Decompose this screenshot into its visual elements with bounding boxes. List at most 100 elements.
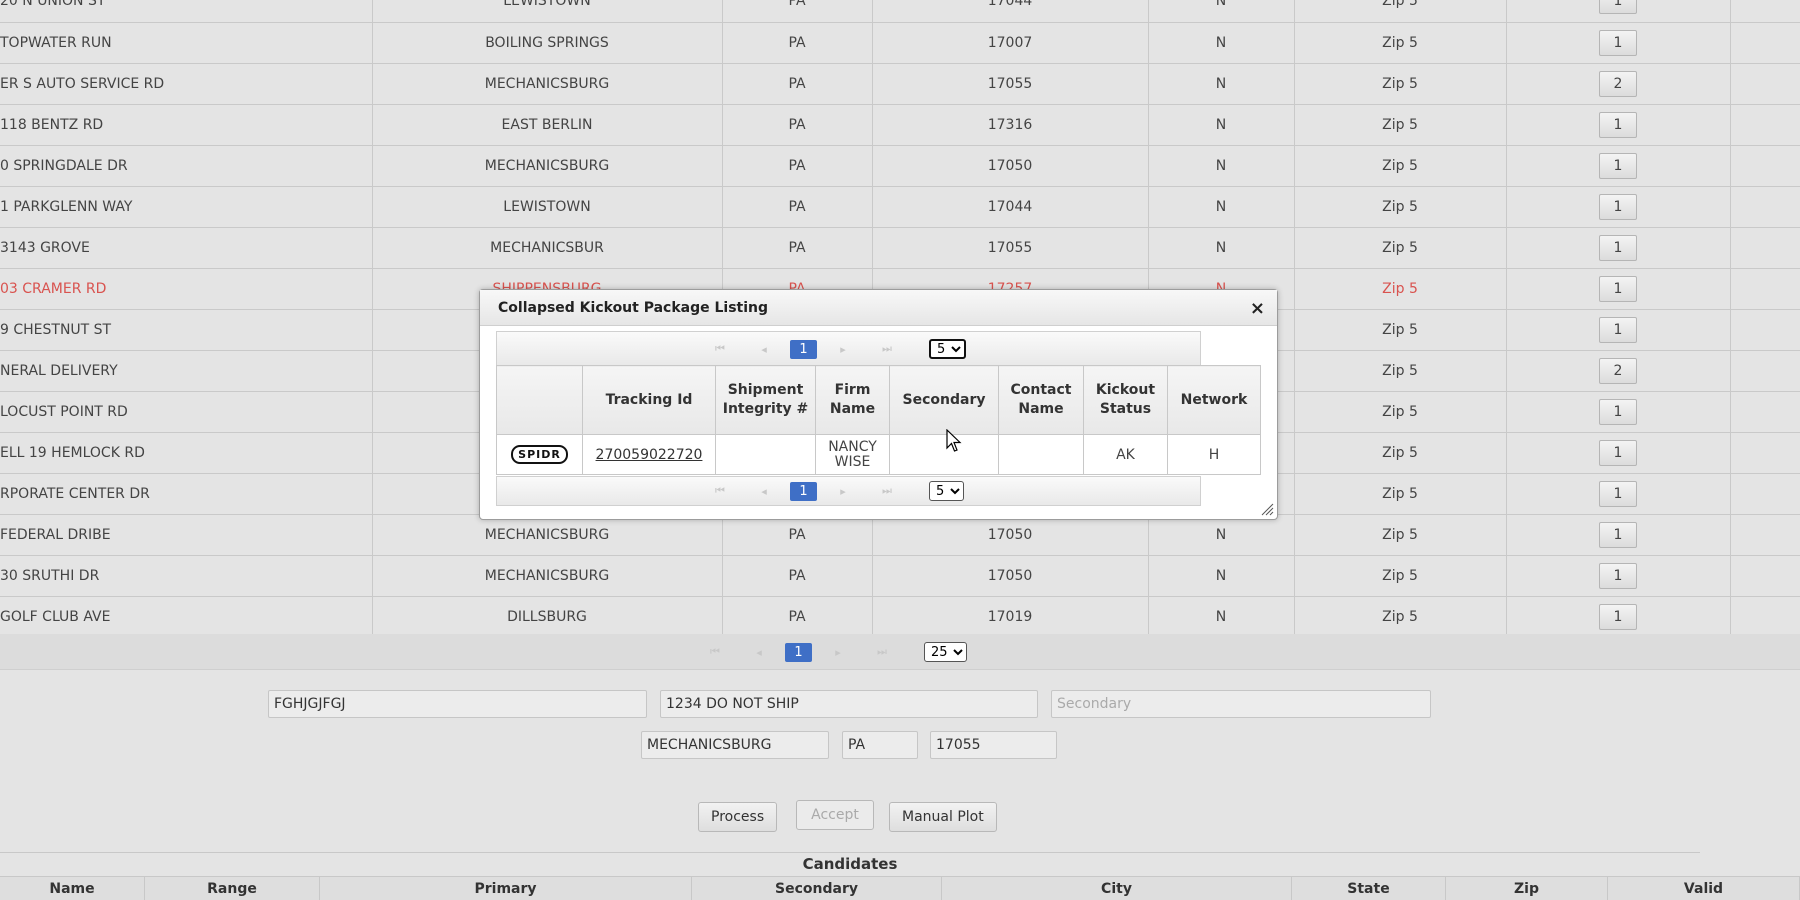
match-cell: Zip 5 [1294,596,1507,638]
address-cell: TOPWATER RUN [0,22,373,64]
extra-cell [1730,104,1800,146]
package-count-button[interactable]: 1 [1599,316,1637,343]
header-tracking-id[interactable]: Tracking Id [582,365,716,435]
candidates-column-header[interactable]: Name [0,877,145,900]
zip-input[interactable] [930,731,1057,759]
page-size-select[interactable]: 5 [929,481,964,501]
next-page-button[interactable]: ▸ [821,485,865,498]
process-button[interactable]: Process [698,802,778,832]
extra-cell [1730,514,1800,556]
header-badge [496,365,583,435]
table-row[interactable]: FEDERAL DRIBE MECHANICSBURG PA 17050 N Zip 5 1 [0,514,1800,556]
header-kickout-status[interactable]: Kickout Status [1083,365,1168,435]
city-input[interactable] [641,731,829,759]
candidates-column-header[interactable]: State [1292,877,1446,900]
page-size-select[interactable]: 25 [924,642,967,662]
table-row[interactable]: 3143 GROVE MECHANICSBUR PA 17055 N Zip 5 1 [0,227,1800,269]
prev-page-button[interactable]: ◂ [742,485,786,498]
package-count-button[interactable]: 2 [1599,357,1637,384]
extra-cell [1730,596,1800,638]
table-row[interactable]: 0 SPRINGDALE DR MECHANICSBURG PA 17050 N Zip … [0,145,1800,187]
count-cell: 1 [1506,596,1731,638]
candidates-column-header[interactable]: City [942,877,1292,900]
state-cell: PA [722,514,873,556]
name-input[interactable] [268,690,647,718]
extra-cell [1730,309,1800,351]
network-cell: H [1167,434,1261,475]
package-count-button[interactable]: 1 [1599,480,1637,507]
next-page-button[interactable]: ▸ [821,343,865,356]
package-count-button[interactable]: 1 [1599,562,1637,589]
match-cell: Zip 5 [1294,432,1507,474]
candidates-column-header[interactable]: Range [145,877,320,900]
match-cell: Zip 5 [1294,0,1507,23]
last-page-button[interactable]: ⏭ [865,342,909,356]
package-count-button[interactable]: 1 [1599,234,1637,261]
secondary-cell [889,434,999,475]
primary-address-input[interactable] [660,690,1038,718]
next-page-button[interactable]: ▸ [816,646,860,659]
candidates-column-header[interactable]: Primary [320,877,692,900]
table-row[interactable]: GOLF CLUB AVE DILLSBURG PA 17019 N Zip 5 1 [0,596,1800,638]
header-secondary[interactable]: Secondary [889,365,999,435]
package-count-button[interactable]: 1 [1599,0,1637,15]
last-page-button[interactable]: ⏭ [865,484,909,498]
package-count-button[interactable]: 1 [1599,111,1637,138]
prev-page-button[interactable]: ◂ [737,646,781,659]
accept-button[interactable]: Accept [796,800,874,830]
header-firm-name[interactable]: Firm Name [815,365,890,435]
header-shipment-integrity[interactable]: Shipment Integrity # [715,365,816,435]
table-row[interactable]: 30 SRUTHI DR MECHANICSBURG PA 17050 N Zip 5 1 [0,555,1800,597]
candidates-column-header[interactable]: Zip [1446,877,1608,900]
prev-page-button[interactable]: ◂ [742,343,786,356]
kickout-package-dialog: Collapsed Kickout Package Listing × ⏮ ◂ … [479,289,1278,520]
first-page-button[interactable]: ⏮ [698,484,742,498]
package-count-button[interactable]: 1 [1599,603,1637,630]
match-cell: Zip 5 [1294,145,1507,187]
state-input[interactable] [842,731,918,759]
current-page[interactable]: 1 [790,339,817,359]
table-row[interactable]: 118 BENTZ RD EAST BERLIN PA 17316 N Zip 5 1 [0,104,1800,146]
package-count-button[interactable]: 1 [1599,398,1637,425]
last-page-button[interactable]: ⏭ [860,645,904,659]
package-count-button[interactable]: 1 [1599,275,1637,302]
page-size-select[interactable]: 5 [929,339,966,359]
current-page[interactable]: 1 [790,481,817,501]
package-count-button[interactable]: 1 [1599,29,1637,56]
table-row[interactable]: TOPWATER RUN BOILING SPRINGS PA 17007 N Zip 5… [0,22,1800,64]
package-count-button[interactable]: 1 [1599,193,1637,220]
tracking-id-link[interactable]: 270059022720 [596,447,703,463]
spidr-badge[interactable]: SPIDR [511,445,568,464]
zip-cell: 17050 [872,145,1149,187]
table-row[interactable]: 20 N UNION ST LEWISTOWN PA 17044 N Zip 5 1 [0,0,1800,23]
table-row[interactable]: SPIDR 270059022720 NANCY WISE AK H [496,434,1261,475]
match-cell: Zip 5 [1294,227,1507,269]
package-count-button[interactable]: 1 [1599,439,1637,466]
candidates-column-header[interactable]: Secondary [692,877,942,900]
address-cell: 9 CHESTNUT ST [0,309,373,351]
header-contact-name[interactable]: Contact Name [998,365,1084,435]
package-table: Tracking Id Shipment Integrity # Firm Na… [496,365,1261,475]
zip-cell: 17055 [872,227,1149,269]
header-network[interactable]: Network [1167,365,1261,435]
zip-cell: 17019 [872,596,1149,638]
city-cell: BOILING SPRINGS [372,22,723,64]
candidates-column-header[interactable]: Valid [1608,877,1800,900]
flag-cell: N [1148,104,1295,146]
secondary-input[interactable] [1051,690,1431,718]
city-cell: MECHANICSBURG [372,63,723,105]
close-icon[interactable]: × [1250,298,1265,319]
resize-grip-icon[interactable] [1260,502,1274,516]
package-count-button[interactable]: 1 [1599,521,1637,548]
extra-cell [1730,350,1800,392]
current-page[interactable]: 1 [785,642,812,662]
flag-cell: N [1148,0,1295,23]
first-page-button[interactable]: ⏮ [698,342,742,356]
table-row[interactable]: ER S AUTO SERVICE RD MECHANICSBURG PA 17055… [0,63,1800,105]
package-count-button[interactable]: 1 [1599,152,1637,179]
address-cell: LOCUST POINT RD [0,391,373,433]
table-row[interactable]: 1 PARKGLENN WAY LEWISTOWN PA 17044 N Zip 5 1 [0,186,1800,228]
first-page-button[interactable]: ⏮ [693,645,737,659]
package-count-button[interactable]: 2 [1599,70,1637,97]
manual-plot-button[interactable]: Manual Plot [889,802,997,832]
